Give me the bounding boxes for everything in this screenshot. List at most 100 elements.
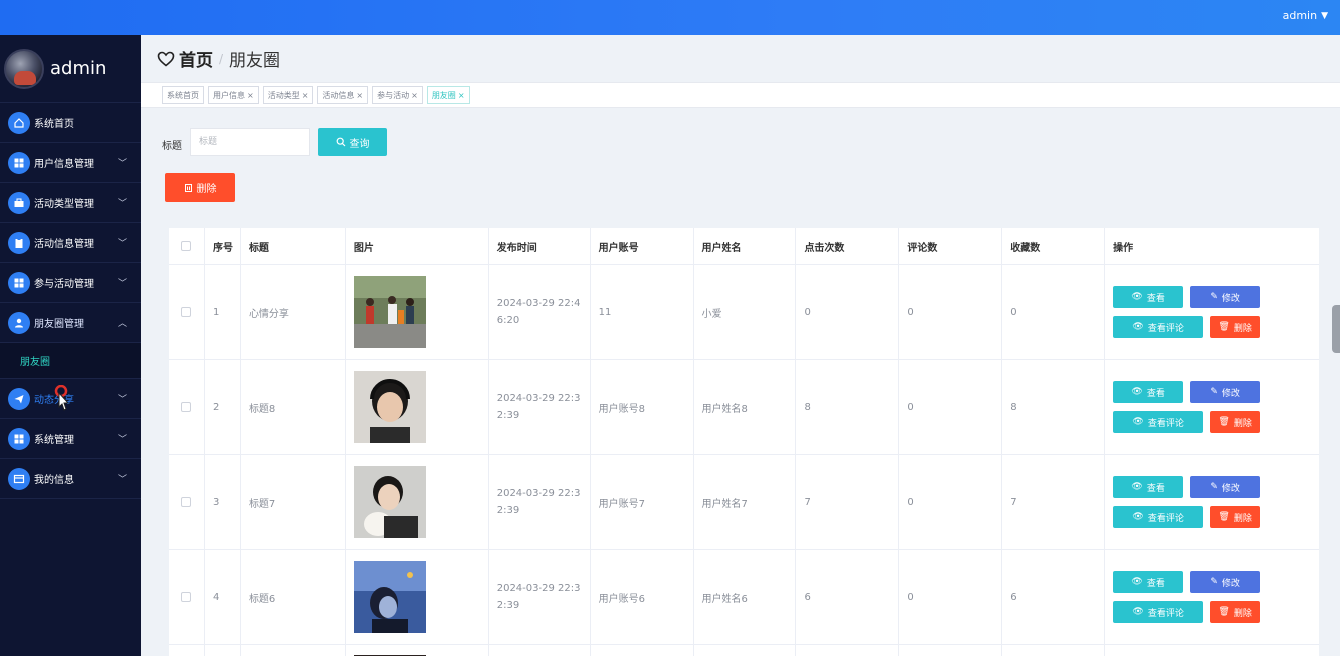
view-comments-button[interactable]: 👁 查看评论: [1113, 316, 1204, 338]
scrollbar-handle[interactable]: [1332, 305, 1340, 353]
header-cell: 序号: [205, 228, 241, 264]
search-button[interactable]: 查询: [318, 128, 387, 156]
post-image[interactable]: [353, 276, 426, 348]
header-cell: 图片: [346, 228, 489, 264]
batch-delete-label: 删除: [196, 184, 217, 195]
pencil-icon: ✎: [1210, 292, 1218, 302]
cell-actions: 👁 查看 ✎ 修改 👁 查看评论 🗑 删除: [1105, 550, 1319, 644]
delete-button[interactable]: 🗑 删除: [1210, 411, 1261, 433]
user-menu[interactable]: admin ▼: [1283, 9, 1328, 22]
header-cell: 标题: [241, 228, 346, 264]
view-button[interactable]: 👁 查看: [1113, 286, 1184, 308]
edit-button[interactable]: ✎ 修改: [1190, 476, 1261, 498]
cell-comments: [899, 645, 1003, 656]
close-icon[interactable]: ×: [411, 91, 418, 100]
view-label: 查看: [1146, 483, 1165, 494]
close-icon[interactable]: ×: [356, 91, 363, 100]
content-area: 标题 查询 删除 序号 标题 图片 发布时间 用户账号 用户姓名 点击次数 评论…: [141, 108, 1340, 656]
view-comments-button[interactable]: 👁 查看评论: [1113, 411, 1204, 433]
cell-clicks: 6: [796, 550, 900, 644]
cell-clicks: 0: [796, 265, 900, 359]
row-select-cell: [169, 455, 205, 549]
header-cell: 用户账号: [591, 228, 694, 264]
tag-activity-info[interactable]: 活动信息 ×: [317, 86, 369, 104]
select-all-checkbox[interactable]: [181, 241, 192, 251]
delete-button[interactable]: 🗑 删除: [1210, 506, 1261, 528]
cell-time: 2024-03-29 22:32:39: [489, 360, 591, 454]
close-icon[interactable]: ×: [302, 91, 309, 100]
tag-label: 活动类型: [267, 90, 300, 100]
close-icon[interactable]: ×: [247, 91, 254, 100]
row-checkbox[interactable]: [181, 402, 192, 412]
eye-icon: 👁: [1131, 292, 1143, 302]
sidebar-item-dynamic-share[interactable]: 动态分享 ﹀: [0, 379, 141, 419]
row-checkbox[interactable]: [181, 497, 192, 507]
tag-label: 用户信息: [213, 90, 245, 100]
sidebar-brand: admin: [0, 35, 141, 103]
tag-participation[interactable]: 参与活动 ×: [372, 86, 423, 104]
pencil-icon: ✎: [1210, 482, 1218, 492]
table-row: 3 标题7 2024-03-29 22:32:39 用户账号7 用户姓名7 7 …: [169, 455, 1319, 550]
header-cell: 操作: [1113, 242, 1134, 254]
grid-icon: [8, 151, 30, 174]
avatar: [4, 48, 44, 89]
sidebar-item-user-info[interactable]: 用户信息管理 ﹀: [0, 143, 141, 183]
cell-actions: 👁 查看 ✎ 修改 👁 查看评论 🗑 删除: [1105, 265, 1319, 359]
sidebar: admin 系统首页 用户信息管理 ﹀ 活动类型管理 ﹀ 活动信息管理 ﹀ 参与…: [0, 35, 141, 656]
home-icon: [8, 111, 30, 134]
publish-time: 2024-03-29 22:32:39: [496, 488, 581, 516]
cell-account: 用户账号8: [591, 360, 694, 454]
delete-button[interactable]: 🗑 删除: [1210, 601, 1261, 623]
delete-button[interactable]: 🗑 删除: [1210, 316, 1261, 338]
cell-no: 4: [205, 550, 241, 644]
delete-label: 删除: [1233, 323, 1252, 334]
cell-comments: 0: [899, 360, 1003, 454]
sidebar-item-label: 活动类型管理: [34, 199, 94, 210]
sidebar-item-participation[interactable]: 参与活动管理 ﹀: [0, 263, 141, 303]
sidebar-item-activity-type[interactable]: 活动类型管理 ﹀: [0, 183, 141, 223]
cell-comments: 0: [899, 455, 1003, 549]
tag-activity-type[interactable]: 活动类型 ×: [262, 86, 314, 104]
post-image[interactable]: [353, 561, 426, 633]
breadcrumb-separator: /: [219, 51, 224, 66]
sidebar-subitem-moments[interactable]: 朋友圈: [0, 343, 141, 379]
batch-delete-button[interactable]: 删除: [165, 173, 235, 202]
post-image[interactable]: [353, 371, 426, 443]
sidebar-item-home[interactable]: 系统首页: [0, 103, 141, 143]
tag-home[interactable]: 系统首页: [162, 86, 204, 104]
clipboard-icon: [8, 231, 30, 254]
data-table: 序号 标题 图片 发布时间 用户账号 用户姓名 点击次数 评论数 收藏数 操作 …: [169, 228, 1319, 656]
cell-account: 11: [591, 265, 694, 359]
send-icon: [8, 387, 30, 410]
sidebar-username: admin: [50, 58, 107, 79]
sidebar-item-moments[interactable]: 朋友圈管理 ︿: [0, 303, 141, 343]
row-checkbox[interactable]: [181, 592, 192, 602]
post-image[interactable]: [353, 466, 426, 538]
cell-title: 标题6: [241, 550, 346, 644]
view-button[interactable]: 👁 查看: [1113, 571, 1184, 593]
chevron-down-icon: ﹀: [117, 435, 127, 445]
publish-time: 2024-03-29 22:32:39: [496, 393, 581, 421]
publish-time: 2024-03-29 22:32:39: [496, 583, 581, 611]
view-comments-button[interactable]: 👁 查看评论: [1113, 506, 1204, 528]
view-button[interactable]: 👁 查看: [1113, 476, 1184, 498]
sidebar-item-activity-info[interactable]: 活动信息管理 ﹀: [0, 223, 141, 263]
view-comments-button[interactable]: 👁 查看评论: [1113, 601, 1204, 623]
edit-button[interactable]: ✎ 修改: [1190, 571, 1261, 593]
tag-user-info[interactable]: 用户信息 ×: [208, 86, 259, 104]
row-checkbox[interactable]: [181, 307, 192, 317]
edit-label: 修改: [1221, 578, 1240, 589]
close-icon[interactable]: ×: [458, 91, 465, 100]
tag-moments[interactable]: 朋友圈 ×: [426, 86, 470, 104]
breadcrumb-home[interactable]: 首页: [157, 46, 213, 71]
publish-time: 2024-03-29 22:46:20: [496, 298, 581, 326]
header-cell: 发布时间: [489, 228, 591, 264]
edit-button[interactable]: ✎ 修改: [1190, 286, 1261, 308]
edit-button[interactable]: ✎ 修改: [1190, 381, 1261, 403]
search-input[interactable]: [190, 128, 310, 156]
chevron-down-icon: ﹀: [117, 279, 127, 289]
cell-favorites: 0: [1002, 265, 1106, 359]
view-button[interactable]: 👁 查看: [1113, 381, 1184, 403]
sidebar-item-system[interactable]: 系统管理 ﹀: [0, 419, 141, 459]
sidebar-item-my-info[interactable]: 我的信息 ﹀: [0, 459, 141, 499]
